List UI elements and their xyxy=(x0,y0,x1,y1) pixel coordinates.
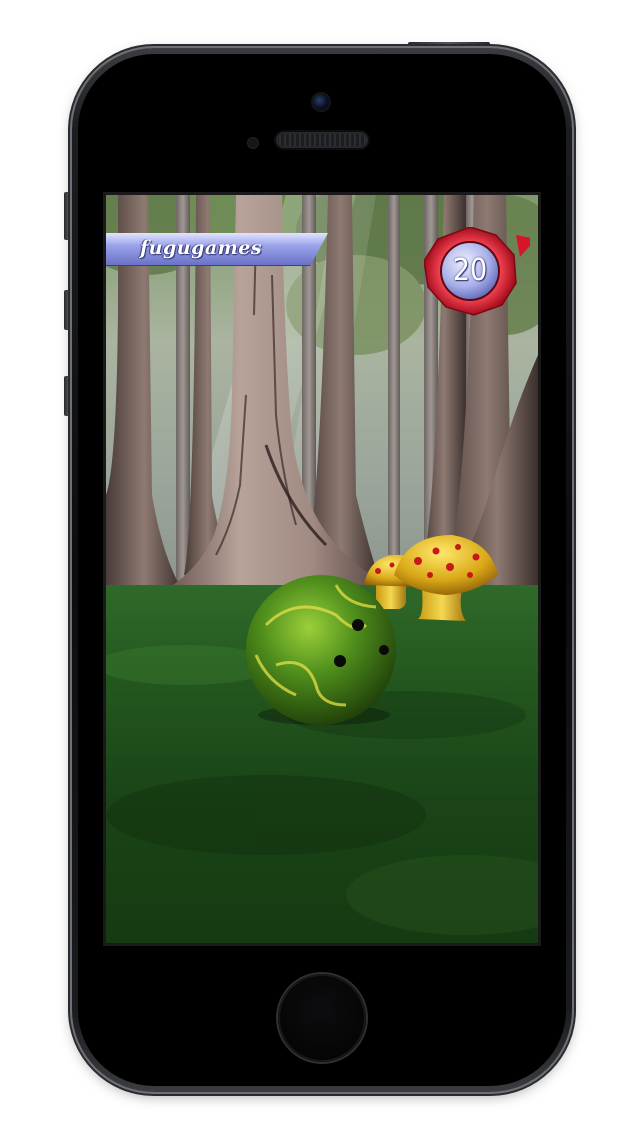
player-name: fugugames xyxy=(140,237,263,259)
thumb-hole xyxy=(379,645,389,655)
earpiece-speaker xyxy=(276,132,368,148)
player-name-banner: fugugames xyxy=(106,233,328,266)
volume-up-button xyxy=(64,290,72,330)
timer-value: 20 xyxy=(452,253,488,288)
device-mockup: fugugames 20 xyxy=(0,0,640,1136)
proximity-sensor xyxy=(248,138,258,148)
home-button[interactable] xyxy=(278,974,366,1062)
silent-switch xyxy=(64,192,72,240)
finger-hole xyxy=(352,619,364,631)
game-screen[interactable]: fugugames 20 xyxy=(106,195,538,943)
finger-hole xyxy=(334,655,346,667)
countdown-timer: 20 xyxy=(423,226,536,317)
front-camera-icon xyxy=(313,94,329,110)
volume-down-button xyxy=(64,376,72,416)
timer-flag-icon xyxy=(516,235,536,257)
bowling-ball[interactable] xyxy=(246,575,396,725)
